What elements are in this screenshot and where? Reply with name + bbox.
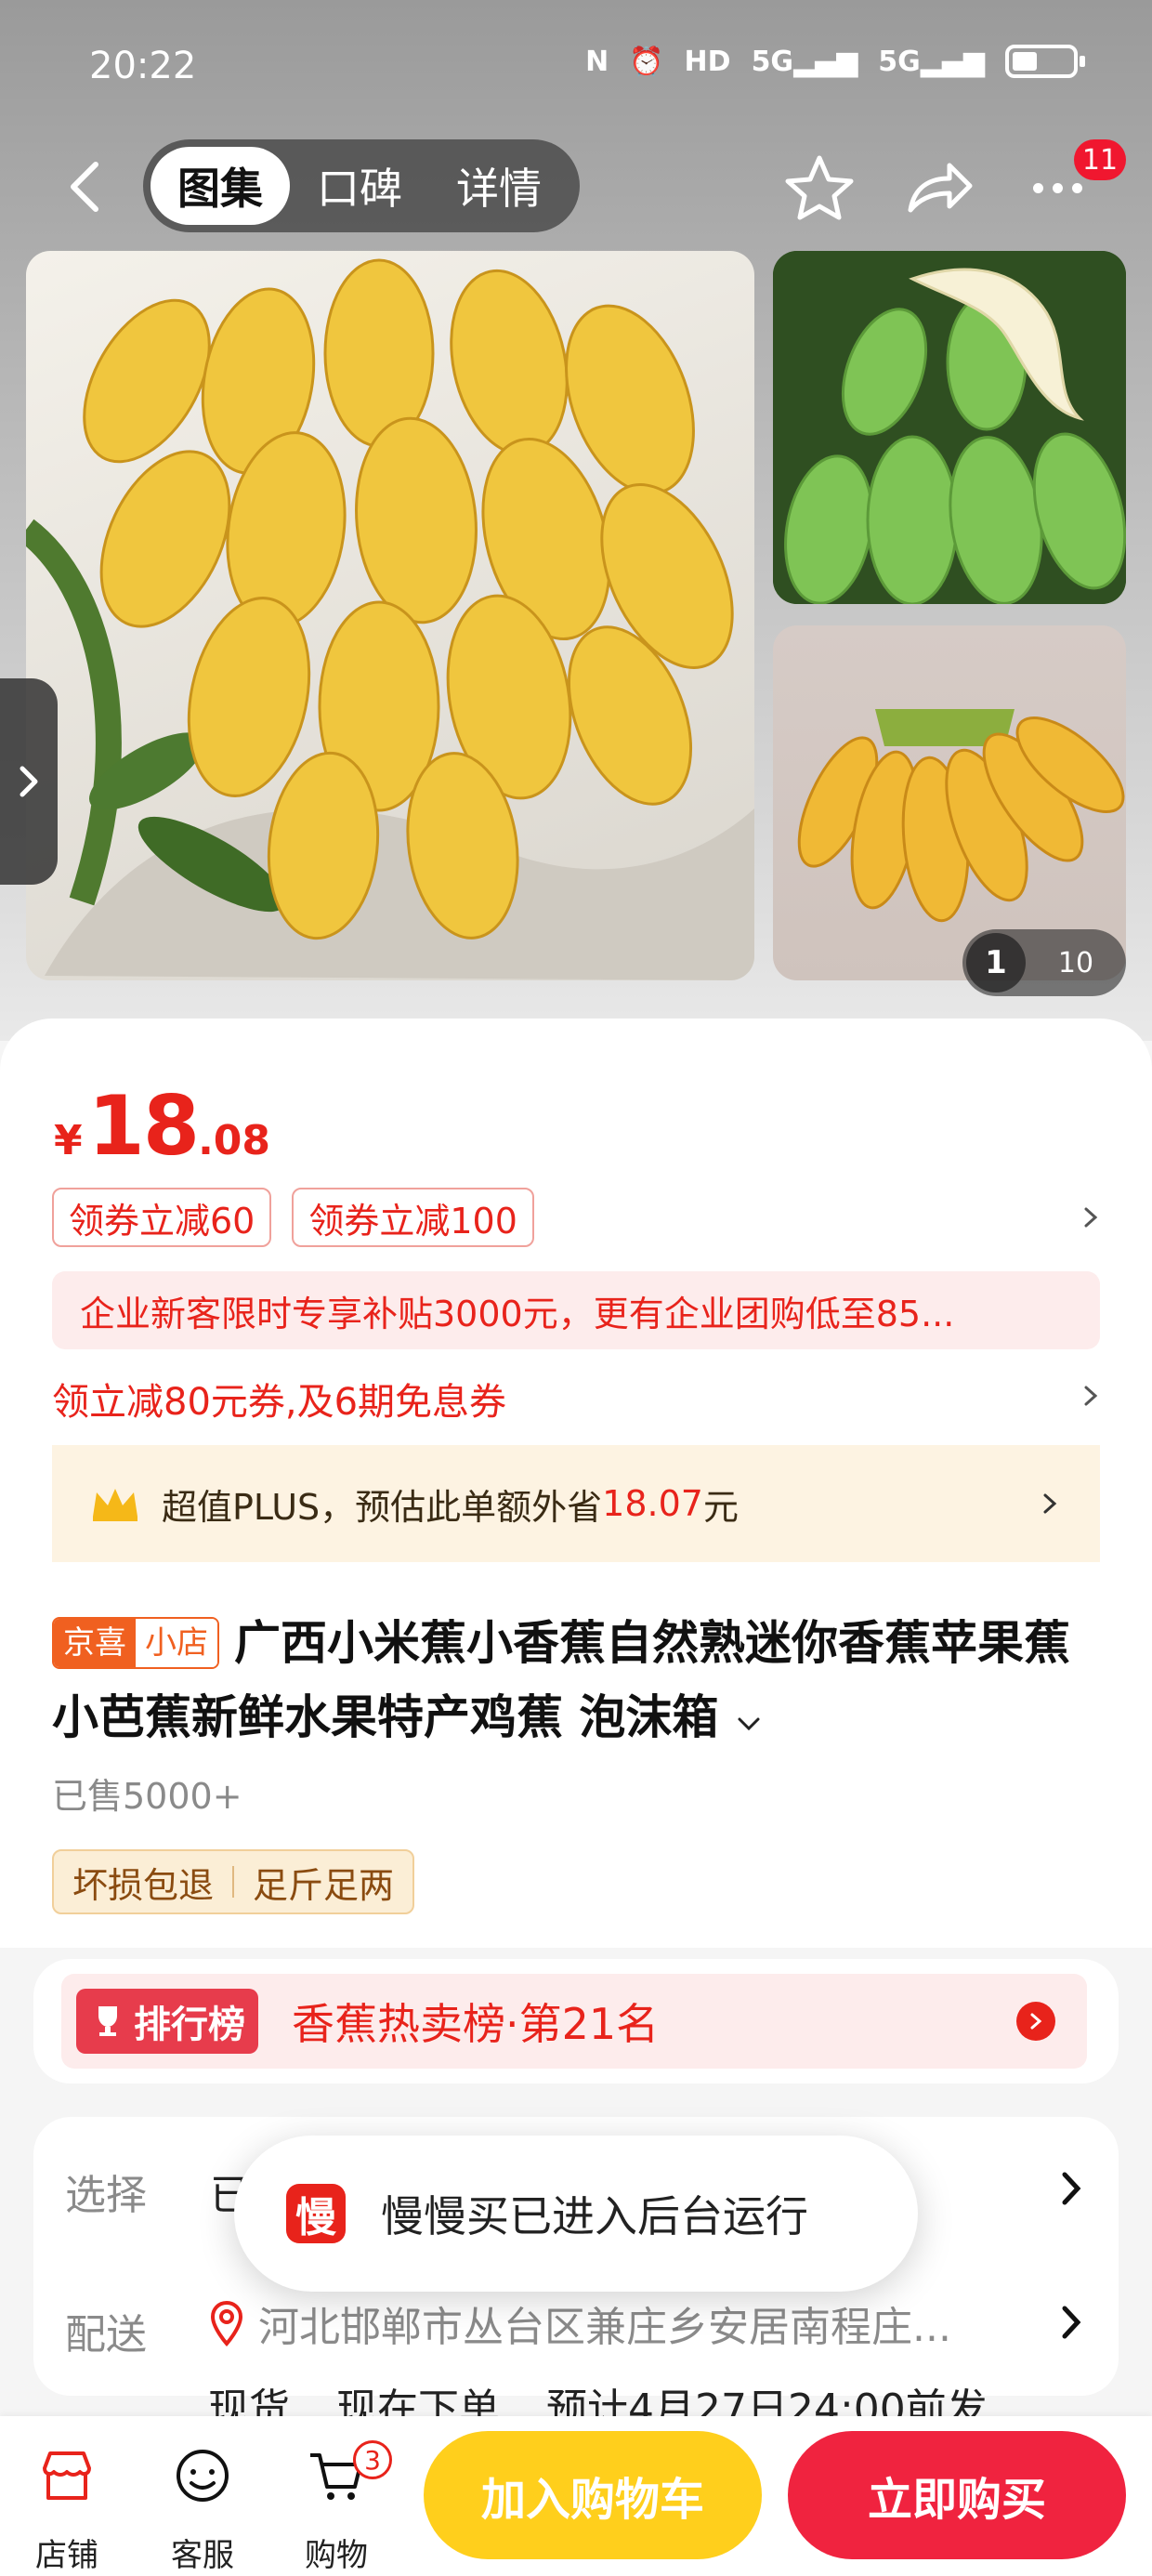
store-icon: [43, 2451, 91, 2500]
share-icon[interactable]: [901, 152, 975, 223]
toast-message: 慢慢买已进入后台运行: [381, 2191, 808, 2241]
favorite-star-icon[interactable]: [782, 152, 857, 223]
gallery-total: 10: [1057, 946, 1094, 979]
cart-count-badge: 3: [353, 2440, 392, 2479]
ranking-banner[interactable]: 排行榜 香蕉热卖榜·第21名: [61, 1974, 1087, 2069]
signal2-icon: 5G▂▄▆: [878, 45, 985, 78]
product-title[interactable]: 京喜 小店 广西小米蕉小香蕉自然熟迷你香蕉苹果蕉小芭蕉新鲜水果特产鸡蕉 泡沫箱: [52, 1606, 1102, 1755]
add-to-cart-button[interactable]: 加入购物车: [424, 2431, 762, 2559]
price-integer: 18: [87, 1078, 200, 1174]
manmanmai-app-icon: 慢: [286, 2184, 346, 2243]
alarm-icon: ⏰: [629, 45, 664, 78]
message-badge: 11: [1074, 139, 1126, 180]
delivery-address[interactable]: 河北邯郸市丛台区兼庄乡安居南程庄...: [208, 2293, 951, 2353]
ranking-badge: 排行榜: [76, 1989, 258, 2054]
service-icon: [177, 2450, 229, 2502]
price-currency: ¥: [54, 1117, 83, 1164]
nfc-icon: N: [585, 45, 609, 78]
crown-icon: [93, 1489, 137, 1521]
buy-now-button[interactable]: 立即购买: [788, 2431, 1126, 2559]
promise-damage-refund: 坏损包退: [72, 1864, 215, 1906]
trophy-icon: [98, 2006, 117, 2036]
enterprise-subsidy-banner[interactable]: 企业新客限时专享补贴3000元，更有企业团购低至85...: [52, 1271, 1100, 1349]
ranking-go-icon[interactable]: [1016, 2002, 1055, 2041]
jingxi-store-tag: 京喜 小店: [52, 1617, 219, 1669]
price-decimal: .08: [198, 1117, 271, 1164]
cart-button[interactable]: 3 购物车: [290, 2437, 392, 2574]
status-icons: N ⏰ HD 5G▂▄▆ 5G▂▄▆: [585, 45, 1085, 78]
location-pin-icon: [210, 2300, 243, 2347]
ranking-text: 香蕉热卖榜·第21名: [292, 1999, 660, 2049]
gallery-tabs: 图集 口碑 详情: [143, 139, 580, 232]
delivery-chevron-icon[interactable]: [1059, 2303, 1083, 2342]
signal1-icon: 5G▂▄▆: [751, 45, 858, 78]
coupon-chevron-icon[interactable]: [1078, 1204, 1104, 1230]
voucher-chevron-icon[interactable]: [1078, 1383, 1104, 1409]
voucher-text[interactable]: 领立减80元券,及6期免息券: [52, 1372, 506, 1426]
battery-icon: [1005, 45, 1085, 78]
hd-icon: HD: [684, 45, 731, 78]
bottom-action-bar: 店铺 客服 3 购物车 加入购物车 立即购买: [0, 2416, 1152, 2576]
back-icon[interactable]: [54, 156, 115, 217]
tab-reviews[interactable]: 口碑: [290, 147, 429, 225]
product-image-bunch[interactable]: [773, 625, 1126, 980]
plus-chevron-icon[interactable]: [1037, 1491, 1063, 1517]
select-chevron-icon[interactable]: [1059, 2169, 1083, 2208]
status-time: 20:22: [89, 45, 197, 87]
background-running-toast: 慢 慢慢买已进入后台运行: [234, 2136, 918, 2292]
sold-count: 已售5000+: [52, 1776, 242, 1817]
status-bar: 20:22 N ⏰ HD 5G▂▄▆ 5G▂▄▆: [0, 0, 1152, 139]
top-nav: 图集 口碑 详情 11: [0, 138, 1152, 234]
product-image-main[interactable]: [26, 251, 754, 980]
store-button[interactable]: 店铺: [20, 2437, 113, 2574]
delivery-label: 配送: [65, 2311, 147, 2359]
gallery-counter: 1 10: [962, 929, 1126, 996]
promise-full-weight: 足斤足两: [253, 1864, 395, 1906]
plus-amount: 18.07: [602, 1483, 703, 1524]
product-image-green[interactable]: [773, 251, 1126, 604]
gallery-current: 1: [966, 933, 1026, 992]
select-label: 选择: [65, 2172, 147, 2219]
gallery-expand-handle[interactable]: [0, 678, 58, 885]
price: ¥ 18 .08: [54, 1078, 270, 1174]
expand-chevron-icon[interactable]: [735, 1715, 763, 1733]
coupon-100[interactable]: 领券立减100: [292, 1188, 534, 1247]
tab-details[interactable]: 详情: [429, 147, 569, 225]
coupon-row: 领券立减60 领券立减100: [52, 1188, 534, 1247]
customer-service-button[interactable]: 客服: [156, 2437, 249, 2574]
service-promise-tags[interactable]: 坏损包退 足斤足两: [52, 1849, 415, 1914]
tab-gallery[interactable]: 图集: [151, 147, 290, 225]
plus-savings-banner[interactable]: 超值PLUS，预估此单额外省 18.07 元: [52, 1445, 1100, 1562]
plus-prefix: 超值PLUS，预估此单额外省: [162, 1486, 603, 1528]
plus-suffix: 元: [702, 1486, 739, 1528]
coupon-60[interactable]: 领券立减60: [52, 1188, 272, 1247]
